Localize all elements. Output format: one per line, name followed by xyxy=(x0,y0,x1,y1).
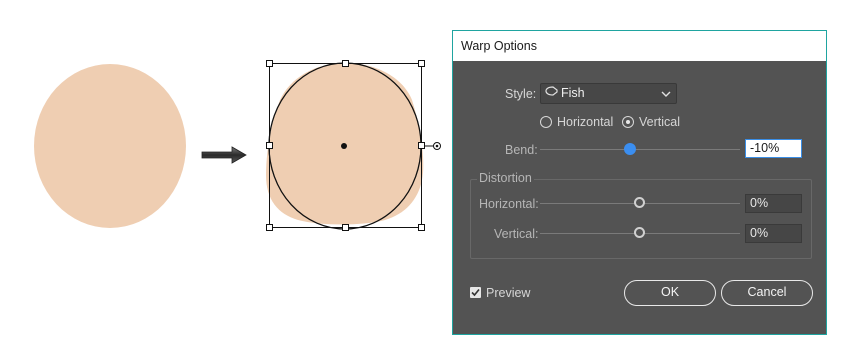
distortion-vertical-label: Vertical: xyxy=(494,227,539,241)
preview-label[interactable]: Preview xyxy=(486,286,530,300)
right-arrow-icon xyxy=(201,146,247,164)
ok-button[interactable]: OK xyxy=(624,280,716,306)
bend-input[interactable]: -10% xyxy=(745,139,802,158)
handle-top-center xyxy=(342,60,349,67)
cancel-button[interactable]: Cancel xyxy=(721,280,813,306)
chevron-down-icon xyxy=(661,84,671,109)
warp-options-dialog: Warp Options Style: Fish Horizontal Vert… xyxy=(452,30,827,335)
vertical-radio-label[interactable]: Vertical xyxy=(639,115,680,129)
distortion-horizontal-slider-knob[interactable] xyxy=(634,197,645,208)
bend-label: Bend: xyxy=(505,143,538,157)
horizontal-radio-label[interactable]: Horizontal xyxy=(557,115,613,129)
handle-top-left xyxy=(266,60,273,67)
distortion-vertical-slider-knob[interactable] xyxy=(634,227,645,238)
distortion-horizontal-input[interactable]: 0% xyxy=(745,194,802,213)
style-label: Style: xyxy=(505,87,537,101)
dialog-title: Warp Options xyxy=(453,31,826,61)
distortion-group-label: Distortion xyxy=(477,171,534,185)
artboard xyxy=(0,0,450,354)
distortion-group xyxy=(470,179,812,259)
handle-bottom-right xyxy=(418,224,425,231)
horizontal-radio[interactable] xyxy=(540,116,552,128)
bend-slider-track[interactable] xyxy=(540,149,740,150)
handle-top-right xyxy=(418,60,425,67)
vertical-radio[interactable] xyxy=(622,116,634,128)
center-point xyxy=(341,143,347,149)
artboard-canvas xyxy=(34,60,441,231)
distortion-horizontal-label: Horizontal: xyxy=(479,197,539,211)
handle-bottom-left xyxy=(266,224,273,231)
fish-warp-icon xyxy=(545,84,558,103)
checkmark-icon xyxy=(471,288,480,297)
handle-middle-right xyxy=(418,142,425,149)
style-select[interactable]: Fish xyxy=(540,83,677,104)
preview-checkbox[interactable] xyxy=(470,287,481,298)
bend-slider-knob[interactable] xyxy=(624,143,636,155)
original-circle[interactable] xyxy=(34,64,186,228)
style-value: Fish xyxy=(561,86,585,100)
handle-middle-left xyxy=(266,142,273,149)
rotate-handle-dot xyxy=(435,144,439,148)
distortion-vertical-input[interactable]: 0% xyxy=(745,224,802,243)
handle-bottom-center xyxy=(342,224,349,231)
